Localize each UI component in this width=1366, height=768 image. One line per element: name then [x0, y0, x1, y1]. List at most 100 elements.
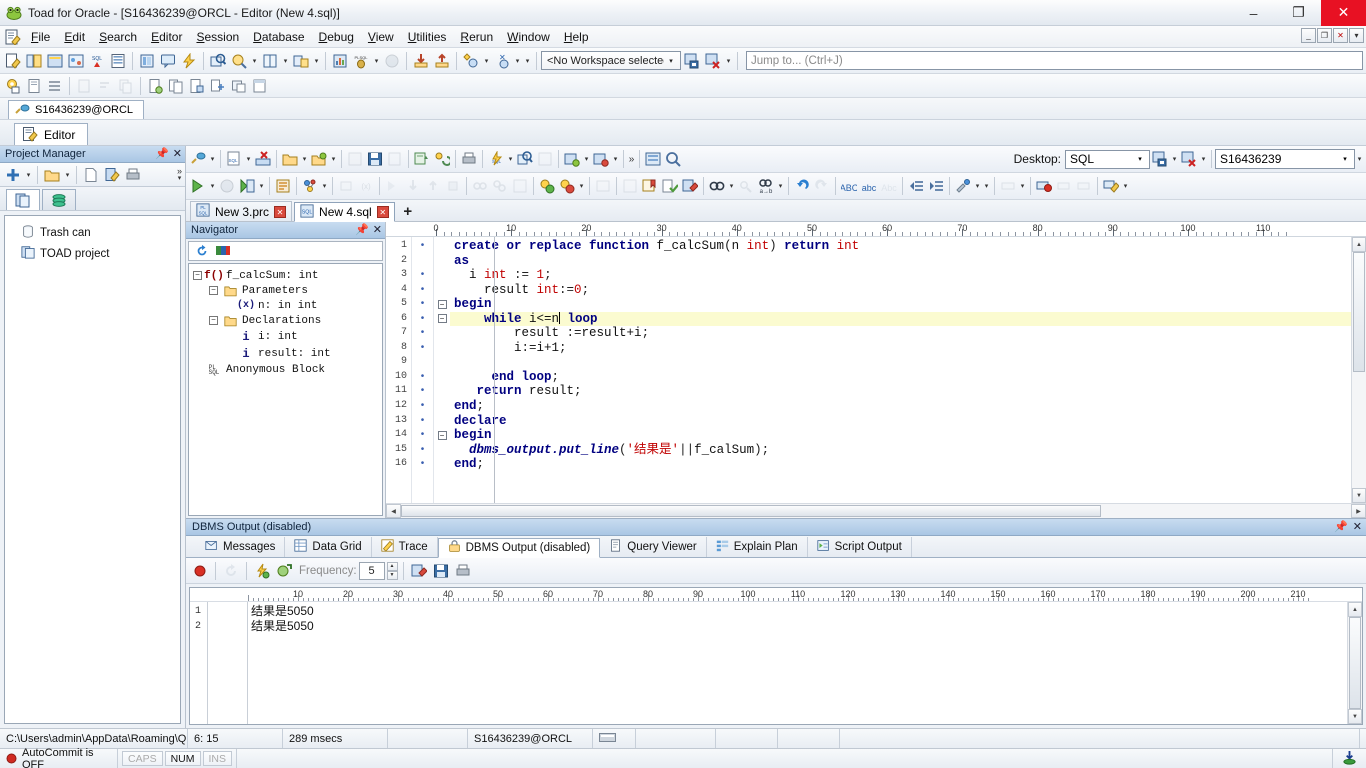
- add-button[interactable]: [3, 165, 23, 185]
- configure-button[interactable]: [45, 76, 65, 96]
- output-tab-data-grid[interactable]: Data Grid: [285, 537, 372, 557]
- execute-sql-dropdown[interactable]: ▾: [506, 149, 515, 169]
- save-file-as-button[interactable]: [365, 149, 385, 169]
- import-data-button[interactable]: [411, 51, 431, 71]
- breakpoint-marker[interactable]: •: [412, 414, 433, 429]
- save-document-button[interactable]: [187, 76, 207, 96]
- toolbar-overflow-1[interactable]: ▾: [523, 51, 532, 71]
- autocommit-status[interactable]: AutoCommit is OFF: [0, 747, 118, 768]
- frequency-down[interactable]: ▼: [386, 570, 398, 580]
- hscroll-track[interactable]: [401, 504, 1351, 518]
- menu-session[interactable]: Session: [189, 28, 246, 46]
- add-to-project-button[interactable]: [562, 149, 582, 169]
- minimize-button[interactable]: –: [1231, 0, 1276, 26]
- new-sql-file-button[interactable]: SQL: [224, 149, 244, 169]
- breakpoint-marker[interactable]: •: [412, 297, 433, 312]
- navigator-tree-item[interactable]: − Parameters: [191, 283, 380, 298]
- schema-browser-button[interactable]: [24, 51, 44, 71]
- navigator-tree-item[interactable]: i result: int: [191, 345, 380, 362]
- find-objects-dropdown[interactable]: ▾: [250, 51, 259, 71]
- data-compare-dropdown[interactable]: ▾: [312, 51, 321, 71]
- find-objects-button[interactable]: [229, 51, 249, 71]
- add-dropdown[interactable]: ▾: [24, 165, 33, 185]
- close-button[interactable]: ✕: [1321, 0, 1366, 26]
- open-recent-dropdown[interactable]: ▾: [329, 149, 338, 169]
- breakpoint-marker[interactable]: •: [412, 283, 433, 298]
- editor-vertical-scrollbar[interactable]: ▲ ▼: [1351, 237, 1366, 503]
- new-tab-button[interactable]: +: [397, 201, 419, 221]
- format-sql-button[interactable]: [953, 176, 973, 196]
- output-vertical-scrollbar[interactable]: ▲ ▼: [1347, 602, 1362, 724]
- format-sql-overflow[interactable]: ▾: [982, 176, 991, 196]
- connection-tab[interactable]: S16436239@ORCL: [8, 100, 145, 119]
- breakpoint-marker[interactable]: •: [412, 443, 433, 458]
- editor-window-tab[interactable]: Editor: [14, 123, 89, 145]
- format-sql-dropdown[interactable]: ▾: [973, 176, 982, 196]
- replace-dropdown[interactable]: ▾: [776, 176, 785, 196]
- frequency-input[interactable]: 5: [358, 561, 385, 580]
- menu-rerun[interactable]: Rerun: [453, 28, 500, 46]
- menu-view[interactable]: View: [361, 28, 401, 46]
- mdi-close-button[interactable]: ✕: [1333, 28, 1348, 43]
- save-workspace-button[interactable]: [682, 51, 702, 71]
- menu-help[interactable]: Help: [557, 28, 596, 46]
- code-line[interactable]: create or replace function f_calcSum(n i…: [450, 239, 1351, 254]
- format-code-button[interactable]: [412, 149, 432, 169]
- pin-icon[interactable]: 📌: [155, 148, 169, 160]
- code-folding-gutter[interactable]: − − −: [434, 237, 450, 503]
- navigator-tree-item[interactable]: PL SQL Anonymous Block: [191, 362, 380, 377]
- print-button[interactable]: [123, 165, 143, 185]
- breakpoint-marker[interactable]: •: [412, 384, 433, 399]
- navigator-tree-item[interactable]: − f() f_calcSum: int: [191, 268, 380, 283]
- bookmark-button[interactable]: [640, 176, 660, 196]
- create-object-button[interactable]: [461, 51, 481, 71]
- delete-workspace-button[interactable]: [703, 51, 723, 71]
- tree-expander[interactable]: −: [193, 271, 202, 280]
- code-line[interactable]: i int := 1;: [450, 268, 1351, 283]
- tab-projects[interactable]: [6, 189, 40, 210]
- compare-dropdown[interactable]: ▾: [281, 51, 290, 71]
- file-tab-close-icon[interactable]: ✕: [376, 206, 389, 218]
- output-scroll-up-button[interactable]: ▲: [1348, 602, 1362, 617]
- zoom-button[interactable]: [663, 149, 683, 169]
- open-folder-button[interactable]: [42, 165, 62, 185]
- find-button[interactable]: [707, 176, 727, 196]
- add-document-button[interactable]: [208, 76, 228, 96]
- uppercase-button[interactable]: ABC: [839, 176, 859, 196]
- new-document-button-2[interactable]: [145, 76, 165, 96]
- execute-lightning-button[interactable]: [179, 51, 199, 71]
- fold-toggle[interactable]: −: [437, 314, 447, 324]
- tab-connections[interactable]: [42, 189, 76, 210]
- delete-desktop-button[interactable]: [1179, 149, 1199, 169]
- clear-output-button[interactable]: [409, 561, 429, 581]
- comment-button[interactable]: [158, 51, 178, 71]
- output-tab-script-output[interactable]: Script Output: [808, 537, 912, 557]
- close-file-button[interactable]: [253, 149, 273, 169]
- open-file-button[interactable]: [280, 149, 300, 169]
- toolbar-overflow-dropdown[interactable]: ▾: [178, 175, 182, 183]
- disable-breakpoint-button[interactable]: [557, 176, 577, 196]
- execute-statement-button[interactable]: [188, 176, 208, 196]
- code-line[interactable]: [450, 355, 1351, 370]
- project-tree-item[interactable]: Trash can: [9, 222, 176, 243]
- editor-toolbar-overflow[interactable]: »: [627, 149, 636, 169]
- menu-window[interactable]: Window: [500, 28, 557, 46]
- edit-document-button[interactable]: [102, 165, 122, 185]
- breakpoint-gutter[interactable]: • • • • • • • • • • • • • •: [412, 237, 434, 503]
- menu-file[interactable]: File: [24, 28, 57, 46]
- scroll-thumb[interactable]: [1353, 252, 1365, 372]
- export-data-button[interactable]: [432, 51, 452, 71]
- save-settings-button[interactable]: [3, 76, 23, 96]
- menu-editor[interactable]: Editor: [144, 28, 189, 46]
- scroll-track[interactable]: [1352, 252, 1366, 488]
- scroll-down-button[interactable]: ▼: [1352, 488, 1366, 503]
- code-line[interactable]: while i<=n loop: [450, 311, 1351, 327]
- workspace-dropdown[interactable]: ▾: [724, 51, 733, 71]
- sql-recall-button[interactable]: SQL: [87, 51, 107, 71]
- validate-syntax-button[interactable]: [660, 176, 680, 196]
- execute-script-dropdown[interactable]: ▾: [257, 176, 266, 196]
- mdi-restore-button[interactable]: ❐: [1317, 28, 1332, 43]
- tree-expander[interactable]: −: [209, 316, 218, 325]
- file-tab-close-icon[interactable]: ✕: [274, 205, 287, 218]
- code-line[interactable]: end loop;: [450, 370, 1351, 385]
